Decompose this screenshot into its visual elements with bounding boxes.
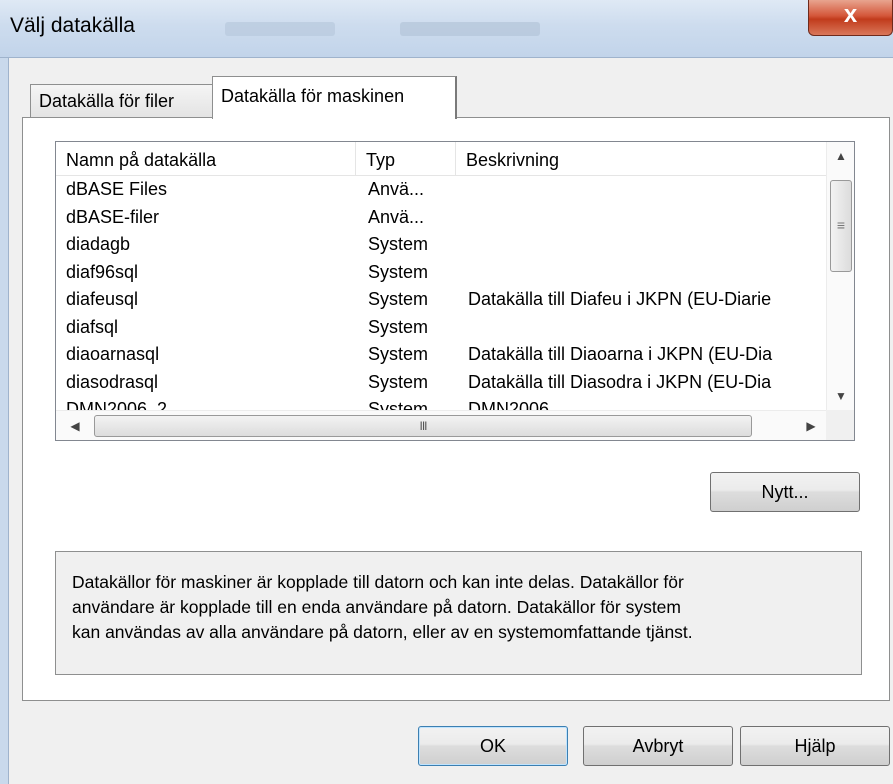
cell-name: diafsql bbox=[66, 316, 119, 337]
cell-name: dBASE-filer bbox=[66, 206, 160, 227]
list-item[interactable]: dBASE-filer Anvä... bbox=[56, 204, 826, 232]
list-item[interactable]: diadagb System bbox=[56, 231, 826, 259]
scroll-down-icon[interactable]: ▼ bbox=[827, 382, 854, 410]
cell-type: Anvä... bbox=[368, 179, 425, 199]
new-button[interactable]: Nytt... bbox=[710, 472, 860, 512]
cell-description: Datakälla till Diaoarna i JKPN (EU-Dia bbox=[468, 344, 773, 364]
cell-name: dBASE Files bbox=[66, 179, 168, 199]
cell-type: System bbox=[368, 371, 429, 392]
list-rows: dBASE Files Anvä... dBASE-filer Anvä... diad… bbox=[56, 176, 826, 424]
description-line: användare är kopplade till en enda använ… bbox=[72, 597, 681, 617]
data-source-list[interactable]: Namn på datakälla Typ Beskrivning dBASE … bbox=[55, 141, 855, 441]
list-item[interactable]: diaoarnasql System Datakälla till Diaoarna… bbox=[56, 341, 826, 369]
scroll-up-icon[interactable]: ▲ bbox=[827, 142, 854, 170]
cell-name: diaoarnasql bbox=[66, 344, 160, 364]
column-header-description[interactable]: Beskrivning bbox=[456, 142, 826, 176]
scrollbar-corner bbox=[826, 410, 854, 440]
cell-name: diafeusql bbox=[66, 289, 139, 309]
cell-name: diaf96sql bbox=[66, 261, 139, 282]
cell-type: System bbox=[368, 344, 429, 364]
horizontal-scrollbar[interactable]: ◀ III ▶ bbox=[56, 410, 826, 440]
cell-name: diasodrasql bbox=[66, 371, 159, 392]
window-frame-left bbox=[0, 58, 9, 784]
cell-type: System bbox=[368, 234, 429, 254]
description-box: Datakällor för maskiner är kopplade till… bbox=[55, 551, 862, 675]
description-line: kan användas av alla användare på datorn… bbox=[72, 622, 693, 642]
vertical-scroll-thumb[interactable]: ≡ bbox=[830, 180, 852, 272]
cancel-button[interactable]: Avbryt bbox=[583, 726, 733, 766]
window-title: Välj datakälla bbox=[10, 14, 135, 37]
column-header-type[interactable]: Typ bbox=[356, 142, 456, 176]
cell-type: System bbox=[368, 289, 429, 309]
cell-type: System bbox=[368, 316, 429, 337]
tab-machine-dsn[interactable]: Datakälla för maskinen bbox=[212, 76, 457, 119]
list-item[interactable]: diafsql System bbox=[56, 314, 826, 342]
list-header: Namn på datakälla Typ Beskrivning bbox=[56, 142, 826, 176]
title-bar: Välj datakälla x bbox=[0, 0, 893, 58]
cell-description: Datakälla till Diasodra i JKPN (EU-Dia bbox=[468, 371, 772, 392]
scroll-right-icon[interactable]: ▶ bbox=[796, 411, 826, 440]
ok-button[interactable]: OK bbox=[418, 726, 568, 766]
help-button[interactable]: Hjälp bbox=[740, 726, 890, 766]
cell-description: Datakälla till Diafeu i JKPN (EU-Diarie bbox=[468, 289, 772, 309]
tab-file-dsn[interactable]: Datakälla för filer bbox=[30, 84, 213, 118]
list-item[interactable]: diasodrasql System Datakälla till Diasodra… bbox=[56, 369, 826, 397]
list-item[interactable]: dBASE Files Anvä... bbox=[56, 176, 826, 204]
blurred-background-title bbox=[400, 22, 540, 36]
close-icon: x bbox=[843, 1, 858, 28]
cell-name: diadagb bbox=[66, 234, 131, 254]
close-button[interactable]: x bbox=[808, 0, 893, 36]
vertical-scrollbar[interactable]: ▲ ≡ ▼ bbox=[826, 142, 854, 410]
blurred-background-title bbox=[225, 22, 335, 36]
scroll-left-icon[interactable]: ◀ bbox=[60, 411, 90, 440]
description-line: Datakällor för maskiner är kopplade till… bbox=[72, 572, 684, 592]
list-item[interactable]: diafeusql System Datakälla till Diafeu i J… bbox=[56, 286, 826, 314]
list-item[interactable]: diaf96sql System bbox=[56, 259, 826, 287]
column-header-name[interactable]: Namn på datakälla bbox=[56, 142, 356, 176]
cell-type: Anvä... bbox=[368, 206, 425, 227]
cell-type: System bbox=[368, 261, 429, 282]
horizontal-scroll-thumb[interactable]: III bbox=[94, 415, 752, 437]
